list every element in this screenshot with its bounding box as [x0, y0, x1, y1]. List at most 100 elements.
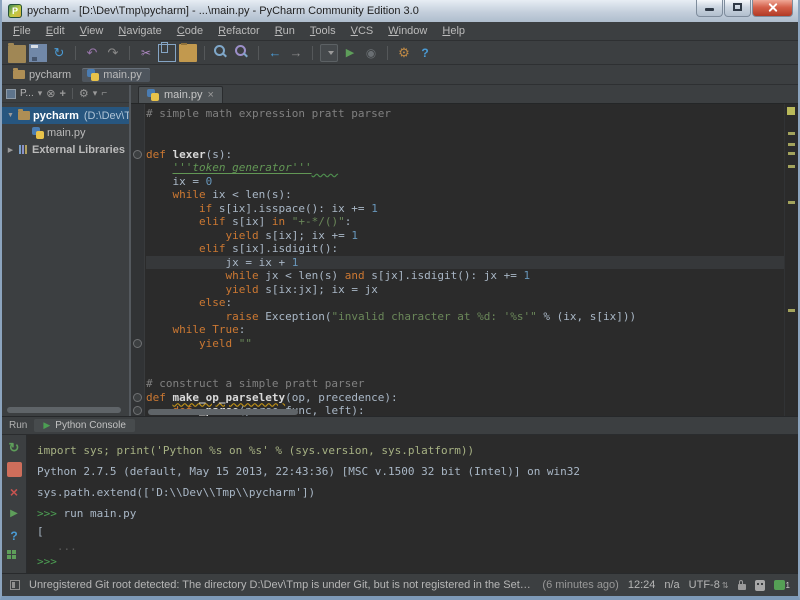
project-view-icon[interactable] — [6, 89, 16, 99]
console-line: >>> — [37, 554, 788, 569]
lock-icon[interactable] — [738, 584, 746, 590]
scrollbar-thumb[interactable] — [7, 407, 121, 413]
code-line: while jx < len(s) and s[jx].isdigit(): j… — [146, 269, 785, 283]
fold-icon[interactable] — [133, 339, 142, 348]
help-icon[interactable]: ? — [416, 44, 434, 62]
fold-icon[interactable] — [133, 150, 142, 159]
close-button[interactable] — [752, 0, 793, 17]
scrollbar-thumb[interactable] — [148, 409, 298, 415]
maximize-button[interactable] — [724, 0, 751, 17]
code-line: '''token generator''' — [146, 161, 785, 175]
editor-tabbar: main.py × — [131, 85, 798, 104]
stripe-warning-mark[interactable] — [788, 201, 795, 204]
replace-icon[interactable] — [233, 44, 251, 62]
menu-item-view[interactable]: View — [73, 24, 111, 38]
project-panel: P...▾⊗+⚙▾⌐ ▼pycharm (D:\Dev\Tmpmain.py▶E… — [2, 85, 131, 416]
stripe-warning-mark[interactable] — [788, 165, 795, 168]
stripe-warning-mark[interactable] — [788, 152, 795, 155]
nav-crumb-main-py[interactable]: main.py — [82, 68, 150, 82]
notification-icon[interactable]: 1 — [774, 580, 790, 590]
code-line: elif s[ix] in "+-*/()": — [146, 215, 785, 229]
hide-panel-icon[interactable]: ⌐ — [101, 88, 107, 99]
title-bar[interactable]: pycharm - [D:\Dev\Tmp\pycharm] - ...\mai… — [2, 0, 798, 22]
gear-icon[interactable]: ⚙ — [79, 87, 89, 100]
minimize-icon — [705, 8, 714, 11]
help-icon[interactable]: ? — [7, 528, 22, 543]
tree-item-main-py[interactable]: main.py — [2, 124, 129, 141]
forward-icon[interactable]: → — [287, 44, 305, 62]
stripe-warning-mark[interactable] — [788, 143, 795, 146]
line-separator-widget[interactable]: n/a — [664, 579, 679, 591]
stripe-warning-mark[interactable] — [788, 132, 795, 135]
encoding-widget[interactable]: UTF-8 — [689, 579, 729, 591]
inspection-status-icon[interactable] — [787, 107, 795, 115]
pycharm-window: pycharm - [D:\Dev\Tmp\pycharm] - ...\mai… — [0, 0, 800, 600]
run-config-select[interactable] — [320, 44, 338, 62]
minimize-button[interactable] — [696, 0, 723, 17]
fold-icon[interactable] — [133, 406, 142, 415]
project-hscrollbar[interactable] — [7, 407, 121, 413]
code-area[interactable]: # simple math expression pratt parserdef… — [146, 107, 785, 416]
tab-main-py[interactable]: main.py × — [138, 86, 223, 103]
settings-icon[interactable]: ⚙ — [395, 44, 413, 62]
main-area: P...▾⊗+⚙▾⌐ ▼pycharm (D:\Dev\Tmpmain.py▶E… — [2, 85, 798, 416]
toolbar-separator — [129, 46, 130, 60]
menu-item-window[interactable]: Window — [381, 24, 434, 38]
copy-icon[interactable] — [158, 44, 176, 62]
redo-icon[interactable]: ↷ — [104, 44, 122, 62]
cut-icon[interactable]: ✂ — [137, 44, 155, 62]
caret-down[interactable]: ▾ — [38, 88, 43, 99]
status-message[interactable]: Unregistered Git root detected: The dire… — [29, 579, 533, 591]
tab-python-console[interactable]: Python Console — [34, 419, 135, 432]
stripe-warning-mark[interactable] — [788, 309, 795, 312]
sync-icon[interactable]: ↻ — [50, 44, 68, 62]
close-circle-icon[interactable]: ⊗ — [46, 87, 55, 100]
rerun-icon[interactable]: ↻ — [7, 440, 22, 455]
project-view-selector[interactable]: P... — [20, 88, 34, 99]
find-icon[interactable] — [212, 44, 230, 62]
console-toolbar: ↻ × ▶? — [2, 435, 27, 573]
resume-icon[interactable]: ▶ — [7, 506, 22, 521]
caret-down[interactable]: ▾ — [93, 88, 98, 99]
menu-item-code[interactable]: Code — [170, 24, 210, 38]
tree-expand-arrow[interactable]: ▼ — [6, 112, 15, 119]
debug-icon[interactable]: ◉ — [362, 44, 380, 62]
paste-icon[interactable] — [179, 44, 197, 62]
hector-inspector-icon[interactable] — [755, 580, 765, 591]
stop-icon[interactable] — [7, 462, 22, 477]
menu-item-vcs[interactable]: VCS — [344, 24, 381, 38]
menu-item-edit[interactable]: Edit — [39, 24, 72, 38]
toggle-toolwindows-icon[interactable] — [10, 580, 20, 590]
menu-item-tools[interactable]: Tools — [303, 24, 343, 38]
nav-crumb-label: main.py — [103, 69, 142, 81]
tree-item-external-libraries[interactable]: ▶External Libraries — [2, 141, 129, 158]
undo-icon[interactable]: ↶ — [83, 44, 101, 62]
menu-item-file[interactable]: File — [6, 24, 38, 38]
nav-crumb-pycharm[interactable]: pycharm — [8, 68, 79, 82]
back-icon[interactable]: ← — [266, 44, 284, 62]
menu-item-refactor[interactable]: Refactor — [211, 24, 267, 38]
menu-item-navigate[interactable]: Navigate — [111, 24, 168, 38]
run-play-icon — [43, 420, 50, 431]
editor-hscrollbar[interactable] — [148, 409, 298, 415]
console-output[interactable]: import sys; print('Python %s on %s' % (s… — [27, 435, 798, 573]
run-icon[interactable]: ▶ — [341, 44, 359, 62]
error-stripe[interactable] — [784, 104, 798, 416]
tree-item-pycharm[interactable]: ▼pycharm (D:\Dev\Tmp — [2, 107, 129, 124]
close-icon[interactable]: × — [7, 484, 22, 499]
caret-position-widget[interactable]: 12:24 — [628, 579, 656, 591]
editor-zone: main.py × # simple math expression pratt… — [131, 85, 798, 416]
tab-close-icon[interactable]: × — [208, 90, 214, 100]
code-editor[interactable]: # simple math expression pratt parserdef… — [131, 104, 798, 416]
tab-label: main.py — [164, 89, 203, 101]
open-file-icon[interactable] — [8, 45, 26, 63]
menu-item-run[interactable]: Run — [268, 24, 302, 38]
save-all-icon[interactable] — [29, 44, 47, 62]
locate-icon[interactable]: + — [59, 88, 65, 100]
fold-icon[interactable] — [133, 393, 142, 402]
navigation-bar: pycharm main.py — [2, 65, 798, 85]
console-settings-icon[interactable] — [7, 550, 22, 565]
tree-expand-arrow[interactable]: ▶ — [6, 146, 15, 154]
menu-item-help[interactable]: Help — [435, 24, 472, 38]
code-line — [146, 350, 785, 364]
